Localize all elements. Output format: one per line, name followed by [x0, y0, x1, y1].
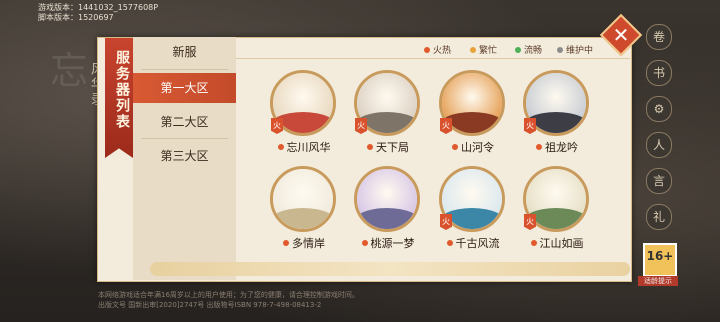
scroll-icon[interactable]: 卷	[646, 24, 672, 50]
tab-divider	[141, 69, 228, 70]
gift-icon[interactable]: 礼	[646, 204, 672, 230]
gear-icon[interactable]: ⚙	[646, 96, 672, 122]
server-artwork	[354, 166, 420, 232]
status-dot	[536, 144, 542, 150]
status-dot	[515, 46, 521, 53]
panel-title: 服务器列表	[114, 50, 130, 130]
calligraphy-decoration: 忘	[50, 49, 89, 93]
artwork-hill	[273, 208, 333, 229]
status-dot	[367, 144, 373, 150]
chat-icon[interactable]: 言	[646, 168, 672, 194]
server-name: 桃源一梦	[352, 235, 424, 251]
hot-badge: 火	[524, 118, 536, 134]
server-card[interactable]: 桃源一梦	[352, 166, 432, 251]
legend-maintenance: 维护中	[557, 43, 593, 56]
legend-label: 繁忙	[479, 46, 498, 56]
hot-badge: 火	[440, 214, 452, 230]
status-dot	[452, 144, 458, 150]
server-name: 忘川风华	[268, 139, 340, 155]
server-name-text: 江山如画	[539, 237, 584, 250]
status-dot	[446, 240, 453, 246]
script-version-text: 脚本版本：1520697	[38, 13, 114, 22]
server-card[interactable]: 火天下局	[352, 70, 432, 155]
tab-region-3[interactable]: 第三大区	[133, 141, 236, 171]
server-name-text: 天下局	[376, 141, 409, 154]
server-name: 山河令	[437, 139, 509, 155]
tab-region-1[interactable]: 第一大区	[133, 73, 236, 103]
server-name-text: 千古风流	[455, 237, 500, 250]
status-dot	[277, 144, 284, 150]
server-card[interactable]: 火千古风流	[437, 166, 517, 251]
server-card[interactable]: 火山河令	[437, 70, 517, 155]
server-name-text: 多情岸	[292, 237, 325, 250]
server-name-text: 祖龙吟	[545, 141, 578, 154]
legend-divider	[236, 58, 630, 59]
status-dot	[283, 240, 289, 246]
book-icon[interactable]: 书	[646, 60, 672, 86]
server-artwork	[270, 166, 336, 232]
game-version-text: 游戏版本：1441032_1577608P	[38, 3, 159, 12]
server-name-text: 桃源一梦	[370, 237, 415, 250]
artwork-hill	[357, 208, 417, 229]
status-dot	[530, 240, 537, 246]
server-card[interactable]: 火忘川风华	[268, 70, 348, 155]
hot-badge: 火	[440, 118, 452, 134]
legend-smooth: 流畅	[515, 43, 542, 56]
server-name-text: 忘川风华	[286, 141, 331, 154]
hot-badge: 火	[271, 118, 283, 134]
server-card[interactable]: 火江山如画	[521, 166, 601, 251]
tab-new-server[interactable]: 新服	[133, 37, 236, 67]
tab-region-2[interactable]: 第二大区	[133, 107, 236, 137]
age-rating-label: 适龄提示	[638, 276, 678, 286]
status-dot	[424, 46, 430, 53]
age-rating-badge: 16+	[643, 243, 677, 277]
legend-label: 流畅	[524, 46, 543, 56]
server-name-text: 山河令	[461, 141, 494, 154]
close-icon[interactable]: ✕	[608, 20, 634, 50]
server-name: 天下局	[352, 139, 424, 155]
server-name: 祖龙吟	[521, 139, 593, 155]
server-name: 千古风流	[437, 235, 509, 251]
hot-badge: 火	[355, 118, 367, 134]
legend-hot: 火热	[424, 43, 451, 56]
copyright-line: 本网络游戏适合年满16周岁以上的用户使用；为了您的健康，请合理控制游戏时间。	[98, 291, 359, 299]
legend-label: 维护中	[566, 46, 594, 56]
server-name: 江山如画	[521, 235, 593, 251]
hot-badge: 火	[524, 214, 536, 230]
server-card[interactable]: 多情岸	[268, 166, 348, 251]
server-card[interactable]: 火祖龙吟	[521, 70, 601, 155]
legend-busy: 繁忙	[470, 43, 497, 56]
status-dot	[361, 240, 368, 246]
cloud-decoration	[150, 262, 630, 276]
status-dot	[557, 46, 563, 53]
status-dot	[470, 46, 476, 53]
server-name: 多情岸	[268, 235, 340, 251]
tab-column: 新服 第一大区 第二大区 第三大区	[133, 37, 236, 280]
copyright-line: 出版文号 国新出审[2020]2747号 出版物号ISBN 978-7-498-…	[98, 301, 322, 309]
legend-label: 火热	[433, 46, 452, 56]
tab-divider	[141, 138, 228, 139]
user-icon[interactable]: 人	[646, 132, 672, 158]
